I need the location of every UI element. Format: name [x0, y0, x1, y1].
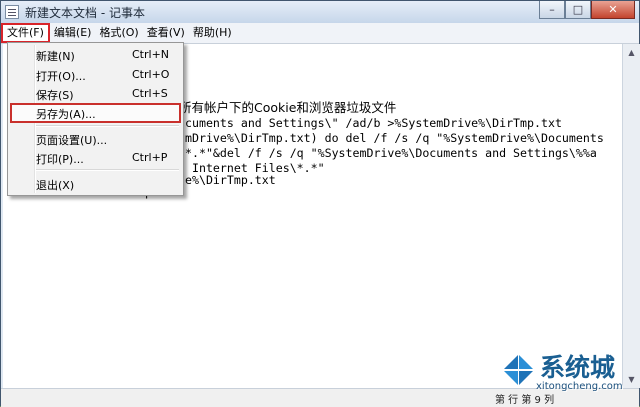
menu-item-print[interactable]: 打印(P)... Ctrl+P: [10, 148, 181, 168]
menu-item-page-setup[interactable]: 页面设置(U)...: [10, 129, 181, 149]
watermark-url: xitongcheng.com: [536, 381, 623, 392]
window-title: 新建文本文档 - 记事本: [25, 6, 145, 20]
menu-item-open[interactable]: 打开(O)... Ctrl+O: [10, 65, 181, 85]
menu-item-label: 保存(S): [36, 89, 74, 102]
menu-file[interactable]: 文件(F): [1, 23, 50, 43]
menu-separator: [36, 169, 179, 171]
menu-item-exit[interactable]: 退出(X): [10, 174, 181, 194]
menu-item-label: 新建(N): [36, 50, 75, 63]
menu-item-shortcut: Ctrl+S: [132, 87, 168, 100]
menu-item-save-as[interactable]: 另存为(A)...: [10, 103, 181, 123]
menu-item-label: 打开(O)...: [36, 70, 86, 83]
menu-item-label: 退出(X): [36, 179, 75, 192]
windows-logo-icon: [500, 352, 536, 388]
watermark-name: 系统城: [540, 353, 616, 382]
editor-line: *.*"&del /f /s /q "%SystemDrive%\Documen…: [185, 146, 597, 160]
notepad-app-icon: [5, 5, 19, 19]
menu-item-shortcut: Ctrl+P: [132, 151, 168, 164]
menu-item-save[interactable]: 保存(S) Ctrl+S: [10, 84, 181, 104]
minimize-button[interactable]: –: [539, 1, 565, 19]
menu-item-label: 打印(P)...: [36, 153, 84, 166]
menu-separator: [36, 125, 179, 127]
menu-edit[interactable]: 编辑(E): [50, 23, 96, 43]
maximize-button[interactable]: □: [565, 1, 591, 19]
file-menu-dropdown: 新建(N) Ctrl+N 打开(O)... Ctrl+O 保存(S) Ctrl+…: [7, 42, 184, 196]
editor-line: cuments and Settings\" /ad/b >%SystemDri…: [185, 116, 562, 130]
window-controls: – □ ✕: [539, 1, 635, 19]
menu-format[interactable]: 格式(O): [95, 23, 142, 43]
title-bar[interactable]: 新建文本文档 - 记事本 – □ ✕: [1, 1, 639, 23]
vertical-scrollbar[interactable]: ▲ ▼: [622, 44, 640, 388]
menu-item-new[interactable]: 新建(N) Ctrl+N: [10, 45, 181, 65]
site-watermark: 系统城 xitongcheng.com: [498, 348, 638, 398]
scroll-up-icon[interactable]: ▲: [623, 44, 640, 61]
menu-item-label: 页面设置(U)...: [36, 134, 108, 147]
menu-item-shortcut: Ctrl+O: [132, 68, 170, 81]
menu-help[interactable]: 帮助(H): [189, 23, 236, 43]
menu-bar: 文件(F) 编辑(E) 格式(O) 查看(V) 帮助(H): [1, 23, 639, 44]
menu-view[interactable]: 查看(V): [143, 23, 189, 43]
editor-line: mDrive%\DirTmp.txt) do del /f /s /q "%Sy…: [185, 131, 604, 145]
menu-item-label: 另存为(A)...: [36, 108, 96, 121]
menu-item-shortcut: Ctrl+N: [132, 48, 170, 61]
close-button[interactable]: ✕: [591, 1, 635, 19]
editor-line: e%\DirTmp.txt: [185, 173, 276, 187]
editor-line: 所有帐户下的Cookie和浏览器垃圾文件: [179, 100, 397, 115]
